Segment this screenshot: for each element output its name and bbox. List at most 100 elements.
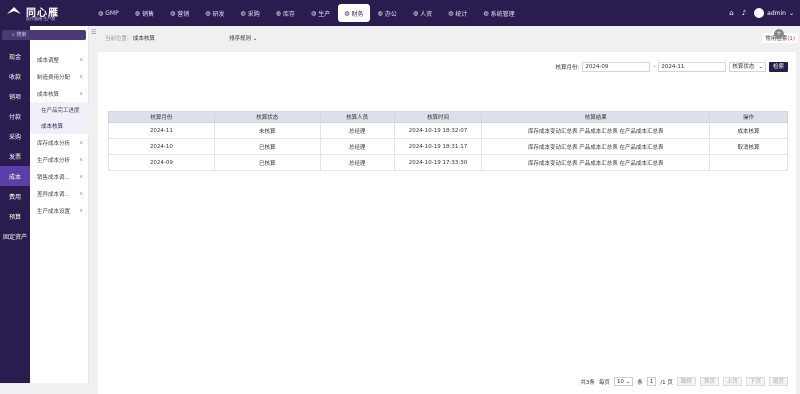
nav-item-10[interactable]: ◍ 统计 (440, 0, 475, 26)
chart-icon: ◍ (134, 9, 140, 17)
module-item-6[interactable]: 发票 (0, 146, 30, 166)
submenu-item-5[interactable]: 销售成本调... ∨ (30, 168, 89, 185)
submenu-child-0[interactable]: 在产品完工进度 (30, 102, 89, 118)
submenu-item-2[interactable]: 成本核算 ∧ (30, 85, 89, 102)
table-cell[interactable]: 库存成本变动汇总表 产品成本汇总表 在产品成本汇总表 (481, 138, 711, 155)
sort-rules-dropdown[interactable]: 排序规则 ⌄ (229, 34, 257, 42)
per-page-value: 10 (616, 379, 624, 385)
chevron-down-icon: ⌄ (758, 64, 763, 70)
nav-item-9[interactable]: ◍ 人资 (405, 0, 440, 26)
module-item-2[interactable]: 收款 (0, 66, 30, 86)
result-card: 核算月份: 2024-09 - 2024-11 核算状态 ⌄ 检索 核算月份 核算… (98, 52, 796, 394)
collapse-menu-icon[interactable]: ☰ (91, 29, 96, 36)
submenu-panel: ⌕ 搜索 成本调整 ∨ 制造费用分配 ∨ 成本核算 ∧ 在产品完工进度 成本核算 库存成本分析 ∨… (2, 26, 89, 383)
menu-search-input[interactable]: ⌕ 搜索 (2, 30, 86, 40)
user-menu[interactable]: admin ⌄ (754, 8, 794, 18)
chevron-icon: ∨ (79, 156, 83, 163)
start-month-input[interactable]: 2024-09 (582, 62, 651, 72)
nav-item-5[interactable]: ◍ 库存 (268, 0, 303, 26)
per-page-select[interactable]: 10 ⌄ (613, 377, 634, 386)
breadcrumb-page: 成本核算 (132, 36, 155, 42)
module-item-1[interactable]: 现金 (0, 46, 30, 66)
module-item-3[interactable]: 销项 (0, 86, 30, 106)
submenu-child-1[interactable]: 成本核算 (30, 118, 89, 134)
nav-item-label: 办公 (384, 10, 397, 18)
module-item-9[interactable]: 预算 (0, 206, 30, 226)
nav-item-label: 财务 (351, 10, 364, 18)
table-cell[interactable]: 库存成本变动汇总表 产品成本汇总表 在产品成本汇总表 (481, 122, 711, 139)
table-cell: 总经理 (319, 154, 395, 171)
submenu-item-label: 差异成本调... (37, 191, 70, 198)
end-month-input[interactable]: 2024-11 (658, 62, 727, 72)
next-page-button[interactable]: 下页 (745, 377, 765, 386)
app-logo[interactable]: 同心雁 医疗器械·生产商 (6, 4, 68, 22)
column-header-0: 核算月份 (108, 111, 215, 123)
nav-item-label: 生产 (318, 10, 331, 18)
page-number-input[interactable]: 1 (646, 377, 657, 386)
submenu-item-0[interactable]: 成本调整 ∨ (30, 51, 89, 68)
module-item-4[interactable]: 付款 (0, 106, 30, 126)
gmp-icon: ◍ (98, 9, 104, 17)
chevron-icon: ∨ (79, 207, 83, 214)
home-icon[interactable]: ⌂ (729, 9, 733, 17)
submenu-item-6[interactable]: 差异成本调... ∨ (30, 185, 89, 202)
table-cell: 已核算 (213, 154, 321, 171)
table-cell[interactable]: 取消核算 (709, 138, 788, 155)
nav-item-2[interactable]: ◍ 营销 (162, 0, 197, 26)
last-page-button[interactable]: 尾页 (768, 377, 788, 386)
cost-accounting-table: 核算月份 核算状态 核算人员 核算时间 核算结果 操作 2024-11 未核算 总经理 2024… (108, 111, 788, 171)
submenu-item-label: 生产成本设置 (37, 208, 71, 215)
nav-item-label: 库存 (283, 10, 296, 18)
favorite-search-button[interactable]: + 常用检索(1) (762, 29, 798, 43)
table-cell: 2024-09 (108, 154, 215, 171)
submenu-item-3[interactable]: 库存成本分析 ∨ (30, 134, 89, 151)
total-pages: /1 页 (660, 379, 673, 386)
chart-icon: ◍ (205, 9, 211, 17)
chevron-icon: ∨ (79, 190, 83, 197)
prev-page-button[interactable]: 上页 (722, 377, 742, 386)
search-button[interactable]: 检索 (768, 62, 788, 72)
nav-item-6[interactable]: ◍ 生产 (303, 0, 338, 26)
submenu-item-7[interactable]: 生产成本设置 ∨ (30, 202, 89, 219)
bell-icon[interactable]: ♪ (742, 9, 746, 17)
user-icon: ◍ (412, 9, 419, 17)
submenu-item-label: 成本调整 (37, 57, 60, 64)
cart-icon: ◍ (240, 9, 246, 17)
table-cell: 已核算 (213, 138, 321, 155)
status-select[interactable]: 核算状态 ⌄ (729, 62, 766, 72)
nav-item-3[interactable]: ◍ 研发 (197, 0, 232, 26)
table-cell: 2024-11 (108, 122, 215, 139)
nav-item-11[interactable]: ◍ 系统管理 (475, 0, 522, 26)
nav-item-4[interactable]: ◍ 采购 (233, 0, 268, 26)
filter-bar: 核算月份: 2024-09 - 2024-11 核算状态 ⌄ 检索 (556, 62, 788, 72)
chevron-icon: ∨ (79, 56, 83, 63)
module-item-7[interactable]: 成本 (0, 166, 30, 186)
table-row: 2024-11 未核算 总经理 2024-10-19 18:32:07 库存成本变动汇总… (108, 122, 788, 139)
column-header-1: 核算状态 (213, 111, 321, 123)
submenu-item-1[interactable]: 制造费用分配 ∨ (30, 68, 89, 85)
first-page-button[interactable]: 首页 (699, 377, 719, 386)
module-item-8[interactable]: 费用 (0, 186, 30, 206)
table-header-row: 核算月份 核算状态 核算人员 核算时间 核算结果 操作 (108, 111, 788, 123)
nav-item-8[interactable]: ◍ 办公 (370, 0, 405, 26)
module-item-10[interactable]: 固定资产 (0, 226, 30, 246)
factory-icon: ◍ (311, 9, 317, 17)
nav-item-1[interactable]: ◍ 销售 (127, 0, 162, 26)
chart-icon: ◍ (169, 9, 176, 17)
jump-button[interactable]: 跳转 (676, 377, 696, 386)
chevron-icon: ∨ (79, 73, 83, 80)
table-cell[interactable]: 库存成本变动汇总表 产品成本汇总表 在产品成本汇总表 (481, 154, 711, 171)
module-item-5[interactable]: 采购 (0, 126, 30, 146)
table-cell[interactable] (709, 154, 788, 171)
submenu-item-label: 库存成本分析 (37, 140, 71, 147)
nav-item-0[interactable]: ◍ GMP (90, 0, 127, 26)
briefcase-icon: ◍ (377, 9, 383, 17)
nav-item-7[interactable]: ◍ 财务 (338, 4, 370, 22)
top-right-tools: ⌂ ♪ admin ⌄ (729, 0, 794, 26)
column-header-4: 核算结果 (481, 111, 711, 123)
nav-item-label: 统计 (455, 10, 468, 18)
per-page-label: 每页 (598, 379, 610, 386)
table-cell[interactable]: 成本核算 (709, 122, 788, 139)
gear-icon: ◍ (483, 9, 489, 17)
submenu-item-4[interactable]: 生产成本分析 ∨ (30, 151, 89, 168)
